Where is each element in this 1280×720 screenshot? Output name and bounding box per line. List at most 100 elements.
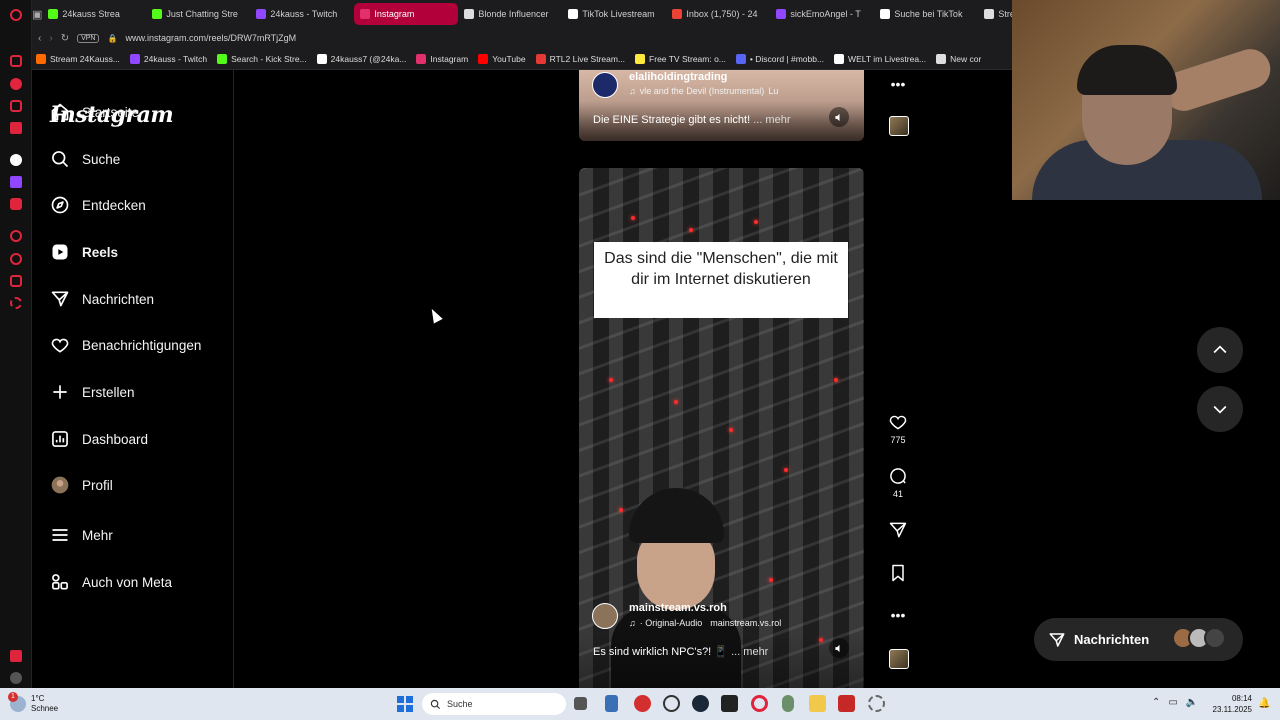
- explorer-icon[interactable]: [809, 695, 826, 712]
- avatar: [1204, 627, 1226, 649]
- steam-icon[interactable]: [692, 695, 709, 712]
- messages-pill[interactable]: Nachrichten: [1034, 618, 1243, 661]
- bookmark-item[interactable]: 24kauss7 (@24ka...: [316, 53, 406, 64]
- nav-item-auch-von-meta[interactable]: Auch von Meta: [50, 569, 172, 595]
- tiktok-rail-icon[interactable]: [10, 154, 22, 166]
- browser-tab[interactable]: TikTok Livestream: [562, 3, 666, 25]
- gx-icon[interactable]: [10, 650, 22, 662]
- notification-bell-icon[interactable]: 🔔: [1258, 698, 1270, 709]
- back-icon[interactable]: ‹: [38, 33, 41, 44]
- nav-item-benachrichtigungen[interactable]: Benachrichtigungen: [50, 332, 201, 358]
- avatar[interactable]: [592, 72, 618, 98]
- reel-previous[interactable]: elaliholdingtrading ♫ vle and the Devil …: [579, 70, 864, 141]
- audio-thumbnail[interactable]: [889, 649, 909, 669]
- meta-apps-icon: [50, 572, 70, 592]
- bookmark-item[interactable]: Free TV Stream: o...: [635, 53, 726, 64]
- start-button[interactable]: [397, 696, 413, 712]
- task-view-icon[interactable]: [574, 697, 587, 710]
- nav-item-entdecken[interactable]: Entdecken: [50, 192, 146, 218]
- mouse-app-icon[interactable]: [782, 695, 794, 712]
- next-reel-button[interactable]: [1197, 386, 1243, 432]
- opera-gx-icon[interactable]: [663, 695, 680, 712]
- reel-audio[interactable]: ♫ vle and the Devil (Instrumental) Lu: [629, 86, 778, 96]
- browser-tab[interactable]: 24kauss Strea: [42, 3, 146, 25]
- browser-tab[interactable]: Instagram: [354, 3, 459, 25]
- aria-icon[interactable]: [10, 55, 22, 67]
- share-button[interactable]: [886, 520, 910, 540]
- more-options-icon[interactable]: •••: [886, 607, 910, 623]
- comment-button[interactable]: 41: [886, 466, 910, 499]
- nav-item-startseite[interactable]: Startseite: [50, 99, 139, 125]
- like-button[interactable]: 775: [886, 412, 910, 445]
- more-link[interactable]: ... mehr: [731, 646, 768, 658]
- browser-tab[interactable]: Inbox (1,750) - 24: [666, 3, 770, 25]
- reel-audio[interactable]: ♫ · Original-Audio mainstream.vs.rol: [629, 618, 781, 628]
- opera-logo-icon[interactable]: [10, 9, 22, 21]
- speaker-icon[interactable]: [829, 107, 849, 127]
- app-red-icon[interactable]: [634, 695, 651, 712]
- workspaces-icon[interactable]: ▣: [32, 8, 42, 21]
- system-tray[interactable]: ⌃ ▭ 🔈: [1152, 697, 1198, 708]
- save-button[interactable]: [886, 563, 910, 583]
- notepad-icon[interactable]: [605, 695, 618, 712]
- nav-item-dashboard[interactable]: Dashboard: [50, 426, 148, 452]
- bookmark-item[interactable]: 24kauss - Twitch: [129, 53, 207, 64]
- bookmark-item[interactable]: YouTube: [478, 53, 526, 64]
- extensions-icon[interactable]: [10, 275, 22, 287]
- reel-username[interactable]: mainstream.vs.roh: [629, 602, 727, 614]
- taskbar-clock[interactable]: 08:14 23.11.2025: [1212, 693, 1252, 715]
- browser-tab[interactable]: Blonde Influencer: [458, 3, 562, 25]
- settings-gear-icon[interactable]: [868, 695, 885, 712]
- avatar[interactable]: [592, 603, 618, 629]
- nav-label: Profil: [82, 477, 113, 493]
- nav-item-erstellen[interactable]: Erstellen: [50, 379, 135, 405]
- more-options-icon[interactable]: •••: [886, 76, 910, 92]
- audio-thumbnail[interactable]: [889, 116, 909, 136]
- app-stage-icon[interactable]: [838, 695, 855, 712]
- messenger-icon[interactable]: [10, 78, 22, 90]
- webcam-overlay: [1012, 0, 1280, 200]
- youtube-rail-icon[interactable]: [10, 198, 22, 210]
- reel-current[interactable]: Das sind die "Menschen", die mit dir im …: [579, 168, 864, 720]
- url-field[interactable]: www.instagram.com/reels/DRW7mRTjZgM: [125, 33, 296, 43]
- bookmark-item[interactable]: Search - Kick Stre...: [217, 53, 307, 64]
- bookmark-item[interactable]: RTL2 Live Stream...: [535, 53, 625, 64]
- bookmark-item[interactable]: Instagram: [416, 53, 468, 64]
- nav-item-profil[interactable]: Profil: [50, 472, 113, 498]
- speaker-icon[interactable]: [829, 638, 849, 658]
- bookmark-item[interactable]: • Discord | #mobb...: [735, 53, 824, 64]
- reel-username[interactable]: elaliholdingtrading: [629, 71, 727, 83]
- mail-icon[interactable]: [10, 122, 22, 134]
- forward-icon[interactable]: ›: [49, 33, 52, 44]
- instagram-rail-icon[interactable]: [10, 100, 22, 112]
- reload-icon[interactable]: ↻: [61, 33, 69, 44]
- epic-icon[interactable]: [721, 695, 738, 712]
- browser-tab[interactable]: 24kauss - Twitch: [250, 3, 354, 25]
- previous-reel-button[interactable]: [1197, 327, 1243, 373]
- browser-tab[interactable]: Suche bei TikTok: [874, 3, 978, 25]
- clock-time: 08:14: [1231, 694, 1252, 703]
- nav-item-suche[interactable]: Suche: [50, 146, 120, 172]
- settings-icon[interactable]: [10, 297, 22, 309]
- more-link[interactable]: ... mehr: [753, 114, 790, 126]
- nav-item-nachrichten[interactable]: Nachrichten: [50, 286, 154, 312]
- nav-item-reels[interactable]: Reels: [50, 239, 118, 265]
- nav-item-mehr[interactable]: Mehr: [50, 522, 113, 548]
- player-icon[interactable]: [10, 230, 22, 242]
- twitch-rail-icon[interactable]: [10, 176, 22, 188]
- browser-tab[interactable]: Just Chatting Stre: [146, 3, 250, 25]
- history-icon[interactable]: [10, 253, 22, 265]
- bookmark-item[interactable]: Stream 24Kauss...: [36, 53, 120, 64]
- volume-icon[interactable]: 🔈: [1186, 697, 1198, 708]
- bookmark-item[interactable]: WELT im Livestrea...: [834, 53, 926, 64]
- nav-label: Dashboard: [82, 431, 149, 447]
- taskbar-search[interactable]: Suche: [422, 693, 566, 715]
- bookmark-item[interactable]: New cor: [936, 53, 981, 64]
- weather-widget[interactable]: 1 1°C Schnee: [8, 692, 58, 714]
- chevron-up-icon[interactable]: ⌃: [1152, 697, 1160, 708]
- browser-tab[interactable]: sickEmoAngel - T: [770, 3, 874, 25]
- vpn-badge[interactable]: VPN: [77, 33, 100, 43]
- opera-icon[interactable]: [751, 695, 768, 712]
- network-icon[interactable]: ▭: [1168, 697, 1177, 708]
- rail-more-icon[interactable]: [10, 672, 22, 684]
